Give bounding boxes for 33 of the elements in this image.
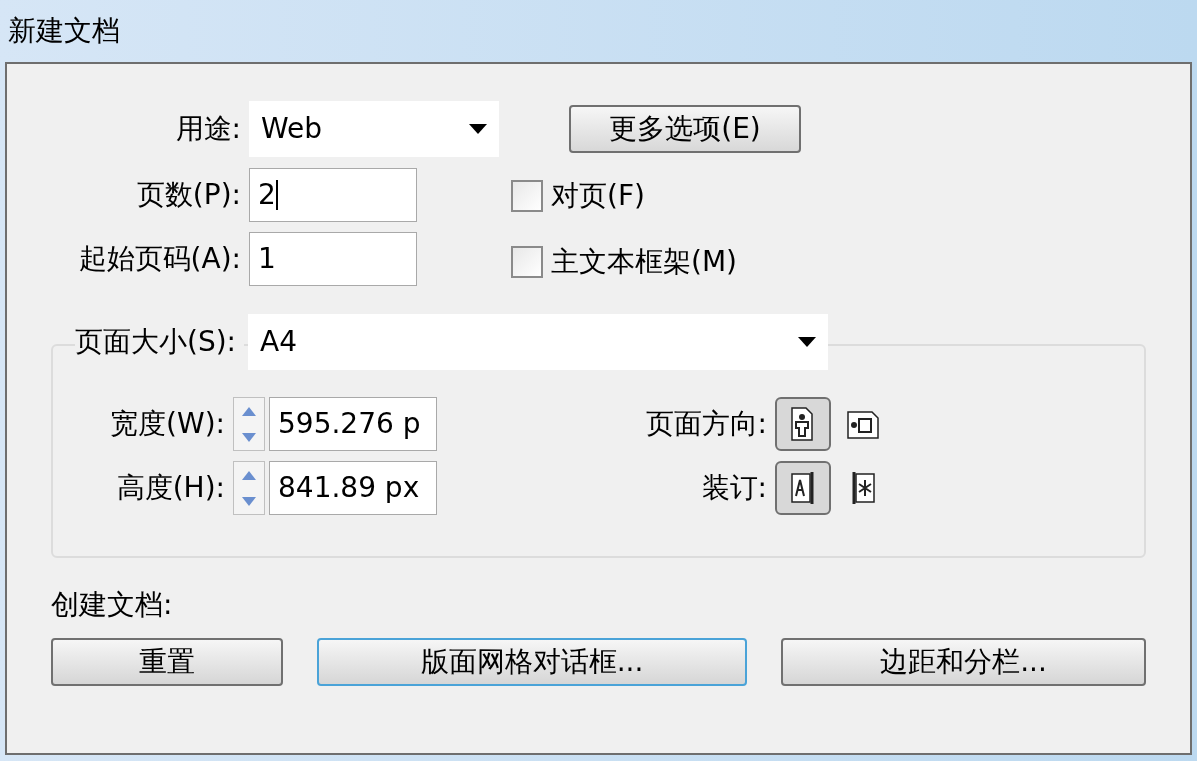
intent-dropdown[interactable]: Web <box>249 101 499 157</box>
up-arrow-icon[interactable] <box>242 406 256 416</box>
spinner-control[interactable] <box>233 461 265 515</box>
checkbox[interactable] <box>511 246 543 278</box>
page-size-dropdown[interactable]: A4 <box>248 314 829 370</box>
text-field[interactable]: 1 <box>249 232 417 286</box>
checkbox-label: 对页(F) <box>551 178 645 214</box>
window-title: 新建文档 <box>8 13 120 49</box>
field-label: 宽度(W): <box>109 406 226 442</box>
checkbox[interactable] <box>511 180 543 212</box>
dialog-button[interactable]: 边距和分栏... <box>781 638 1146 686</box>
dropdown-caret-icon <box>798 337 817 347</box>
down-arrow-icon[interactable] <box>242 496 256 506</box>
field-label: 起始页码(A): <box>77 241 242 277</box>
dropdown-caret-icon <box>469 124 487 134</box>
text-field[interactable]: 2 <box>249 168 417 222</box>
field-label: 页数(P): <box>135 177 242 213</box>
down-arrow-icon[interactable] <box>242 432 256 442</box>
portrait-option-button[interactable] <box>775 397 831 451</box>
checkbox-label: 主文本框架(M) <box>551 244 737 280</box>
left-option-button[interactable] <box>775 461 831 515</box>
field-label: 高度(H): <box>115 470 226 506</box>
text-field[interactable]: 841.89 px <box>269 461 437 515</box>
dialog-button[interactable]: 重置 <box>51 638 283 686</box>
spinner-control[interactable] <box>233 397 265 451</box>
text-field[interactable]: 595.276 p <box>269 397 437 451</box>
option-label: 装订: <box>700 470 768 506</box>
up-arrow-icon[interactable] <box>242 470 256 480</box>
create-document-label: 创建文档: <box>51 587 174 623</box>
option-label: 页面方向: <box>644 406 768 442</box>
more-options-button[interactable]: 更多选项(E) <box>569 105 801 153</box>
dialog-button[interactable]: 版面网格对话框... <box>317 638 747 686</box>
field-label: 用途: <box>174 111 242 147</box>
